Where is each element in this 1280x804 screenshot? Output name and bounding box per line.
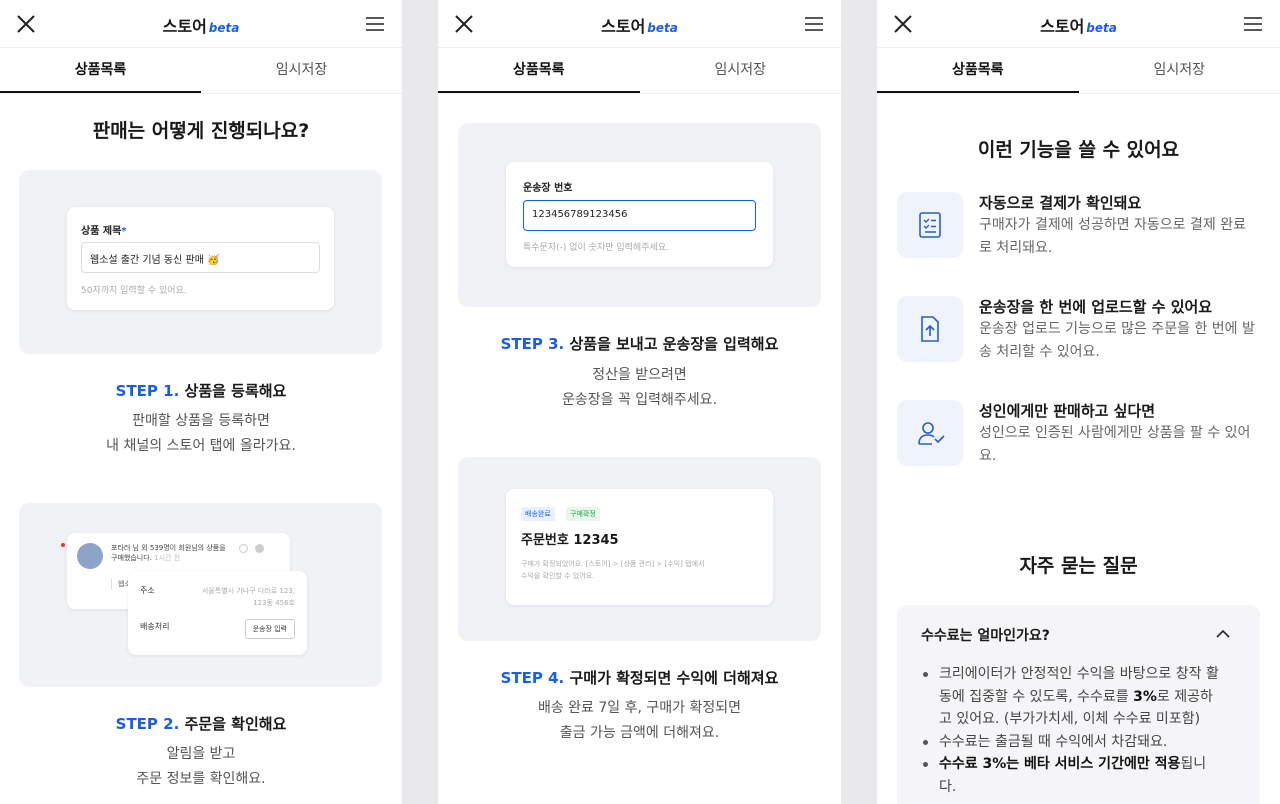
tab-bar: 상품목록 임시저장 [438,48,841,94]
faq-heading: 자주 묻는 질문 [1019,555,1138,577]
feature-item: 자동으로 결제가 확인돼요 구매자가 결제에 성공하면 자동으로 결제 완료 로 … [897,192,1264,272]
unread-dot [61,543,65,547]
notification-text: 포타러 님 외 539명이 회원님의 상품을 구매했습니다. 1시간 전 [111,544,226,562]
step1-desc-line1: 판매할 상품을 등록하면 [132,413,270,429]
menu-icon[interactable] [366,16,384,32]
feature-desc: 성인으로 인증된 사람에게만 상품을 팔 수 있어 요. [979,425,1251,464]
purchase-confirmed-badge: 구매확정 [566,507,600,521]
check-icon[interactable] [239,544,248,553]
step1-desc-line2: 내 채널의 스토어 탭에 올라가요. [106,438,296,454]
product-title-form: 상품 제목* 웹소설 출간 기념 동신 판매 🥳 50자까지 입력할 수 있어요… [67,207,334,310]
step3-title: STEP 3. 상품을 보내고 운송장을 입력해요 [500,335,779,353]
order-detail-card: 주소 서울특별시 가나구 다라로 123, 123동 456호 배송처리 운송장 … [128,571,307,655]
checklist-icon [897,192,963,258]
step1-illustration: 상품 제목* 웹소설 출간 기념 동신 판매 🥳 50자까지 입력할 수 있어요… [19,170,382,354]
tab-drafts[interactable]: 임시저장 [640,48,842,93]
tracking-label: 운송장 번호 [523,183,573,194]
product-title-input[interactable]: 웹소설 출간 기념 동신 판매 🥳 [81,242,320,273]
tracking-hint: 특수문자(-) 없이 숫자만 입력해주세요. [523,243,669,253]
header: 스토어 beta [438,0,841,48]
step4-illustration: 배송완료 구매확정 주문번호 12345 구매가 확정되었어요. [스토어] >… [458,457,821,641]
tab-drafts[interactable]: 임시저장 [1079,48,1280,93]
page-title: 스토어 beta [1040,17,1117,36]
step3-desc-line1: 정산을 받으려면 [592,367,687,383]
chevron-up-icon[interactable] [1216,629,1230,638]
step4-desc-line1: 배송 완료 7일 후, 구매가 확정되면 [537,700,742,716]
step2-illustration: 포타러 님 외 539명이 회원님의 상품을 구매했습니다. 1시간 전 웹소 … [19,503,382,687]
faq-answer-list: 크리에이터가 안정적인 수익을 바탕으로 창작 활동에 집중할 수 있도록, 수… [921,663,1220,798]
faq-answer: 수수료는 출금될 때 수익에서 차감돼요. [921,731,1220,754]
section-heading: 판매는 어떻게 진행되나요? [92,120,310,142]
beta-badge: beta [1086,21,1117,35]
tab-product-list[interactable]: 상품목록 [877,48,1079,93]
beta-badge: beta [208,21,240,35]
feature-item: 성인에게만 판매하고 싶다면 성인으로 인증된 사람에게만 상품을 팔 수 있어… [897,400,1264,480]
avatar [77,543,103,569]
tab-bar: 상품목록 임시저장 [0,48,402,94]
product-title-label: 상품 제목* [81,226,127,237]
beta-badge: beta [647,21,678,35]
address-value: 서울특별시 가나구 다라로 123, 123동 456호 [201,587,295,607]
user-check-icon [897,400,963,466]
step4-desc-line2: 출금 가능 금액에 더해져요. [559,725,720,741]
menu-icon[interactable] [805,16,823,32]
step3-desc-line2: 운송장을 꼭 입력해주세요. [561,392,718,408]
header: 스토어 beta [0,0,402,48]
product-title-hint: 50자까지 입력할 수 있어요. [81,286,187,296]
address-label: 주소 [140,586,155,595]
order-status-desc: 구매가 확정되었어요. [스토어] > [상품 관리] > [수익] 탭에서 수익… [521,560,705,580]
faq-answer: 수수료 3%는 베타 서비스 기간에만 적용됩니다. [921,753,1220,798]
tracking-number-input[interactable]: 123456789123456 [523,200,756,231]
store-guide-panel-3: 스토어 beta 상품목록 임시저장 이런 기능을 쓸 수 있어요 자동으로 결제… [877,0,1280,804]
step2-desc-line2: 주문 정보를 확인해요. [136,771,266,787]
tracking-form: 운송장 번호 123456789123456 특수문자(-) 없이 숫자만 입력… [506,162,773,267]
faq-question[interactable]: 수수료는 얼마인가요? [921,625,1050,645]
features-heading: 이런 기능을 쓸 수 있어요 [977,139,1180,161]
page-title: 스토어 beta [601,17,678,36]
shipping-label: 배송처리 [140,622,170,631]
store-guide-panel-1: 스토어 beta 상품목록 임시저장 판매는 어떻게 진행되나요? 상품 제목* … [0,0,402,804]
enter-tracking-button[interactable]: 운송장 입력 [244,619,295,639]
step3-illustration: 운송장 번호 123456789123456 특수문자(-) 없이 숫자만 입력… [458,123,821,307]
tab-product-list[interactable]: 상품목록 [438,48,640,93]
feature-desc: 구매자가 결제에 성공하면 자동으로 결제 완료 로 처리돼요. [979,217,1246,256]
tab-bar: 상품목록 임시저장 [877,48,1280,94]
page-title: 스토어 beta [162,17,240,36]
step1-title: STEP 1. 상품을 등록해요 [115,382,287,400]
upload-file-icon [897,296,963,362]
feature-title: 성인에게만 판매하고 싶다면 [979,402,1156,420]
order-number: 주문번호 12345 [521,533,619,548]
order-status-card: 배송완료 구매확정 주문번호 12345 구매가 확정되었어요. [스토어] >… [506,489,773,605]
tab-drafts[interactable]: 임시저장 [201,48,402,93]
delivered-badge: 배송완료 [521,507,555,521]
faq-item: 수수료는 얼마인가요? 크리에이터가 안정적인 수익을 바탕으로 창작 활동에 … [897,605,1260,804]
feature-title: 운송장을 한 번에 업로드할 수 있어요 [979,298,1213,316]
tab-product-list[interactable]: 상품목록 [0,48,201,93]
feature-item: 운송장을 한 번에 업로드할 수 있어요 운송장 업로드 기능으로 많은 주문을… [897,296,1264,376]
faq-answer: 크리에이터가 안정적인 수익을 바탕으로 창작 활동에 집중할 수 있도록, 수… [921,663,1220,731]
menu-icon[interactable] [1244,16,1262,32]
feature-desc: 운송장 업로드 기능으로 많은 주문을 한 번에 발송 처리할 수 있어요. [979,321,1255,360]
close-circle-icon[interactable] [255,544,264,553]
feature-title: 자동으로 결제가 확인돼요 [979,194,1142,212]
step4-title: STEP 4. 구매가 확정되면 수익에 더해져요 [500,669,779,687]
step2-desc-line1: 알림을 받고 [166,746,236,762]
store-guide-panel-2: 스토어 beta 상품목록 임시저장 운송장 번호 123456789123456… [438,0,841,804]
step2-title: STEP 2. 주문을 확인해요 [115,715,287,733]
header: 스토어 beta [877,0,1280,48]
